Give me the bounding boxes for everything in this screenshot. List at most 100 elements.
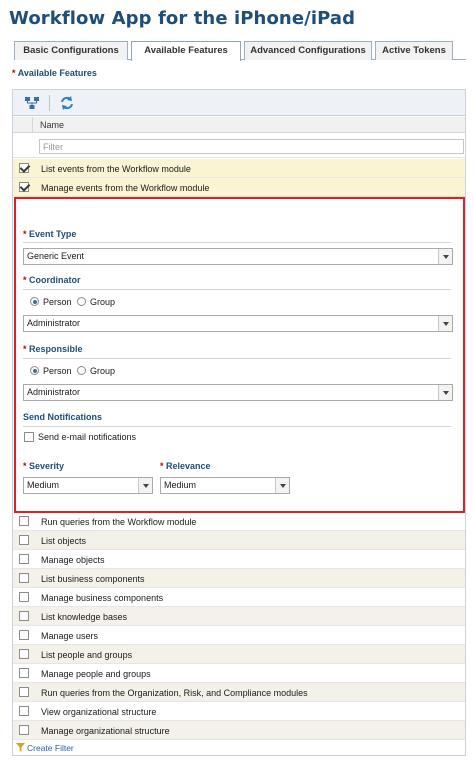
responsible-label: * Responsible: [23, 344, 83, 354]
feature-row[interactable]: View organizational structure: [13, 702, 465, 721]
feature-row[interactable]: Manage objects: [13, 550, 465, 569]
email-notifications-checkbox[interactable]: [24, 432, 34, 442]
hierarchy-icon[interactable]: [24, 95, 40, 111]
feature-checkbox[interactable]: [19, 573, 29, 583]
feature-checkbox[interactable]: [19, 706, 29, 716]
feature-row[interactable]: Manage events from the Workflow module: [13, 178, 465, 197]
responsible-radio-group: Person Group: [30, 365, 150, 377]
feature-checkbox[interactable]: [19, 649, 29, 659]
required-mark: *: [23, 461, 27, 471]
severity-label: * Severity: [23, 461, 64, 471]
relevance-select[interactable]: Medium: [160, 477, 290, 494]
responsible-value: Administrator: [27, 387, 81, 397]
feature-row[interactable]: Manage organizational structure: [13, 721, 465, 740]
email-notifications-label: Send e-mail notifications: [38, 432, 137, 442]
feature-label: List people and groups: [41, 650, 133, 660]
tab-basic-configurations[interactable]: Basic Configurations: [14, 41, 128, 60]
coordinator-select[interactable]: Administrator: [23, 315, 453, 332]
feature-row[interactable]: Run queries from the Workflow module: [13, 512, 465, 531]
feature-checkbox[interactable]: [19, 687, 29, 697]
feature-label: Run queries from the Workflow module: [41, 517, 197, 527]
feature-checkbox[interactable]: [19, 163, 29, 173]
event-type-label: * Event Type: [23, 229, 76, 239]
send-notifications-label: Send Notifications: [23, 412, 103, 422]
required-mark: *: [23, 275, 27, 285]
tab-active-tokens[interactable]: Active Tokens: [375, 41, 453, 60]
feature-checkbox[interactable]: [19, 611, 29, 621]
create-filter-label: Create Filter: [27, 743, 74, 753]
severity-value: Medium: [27, 480, 60, 490]
filter-input[interactable]: [39, 139, 464, 154]
feature-label: Manage organizational structure: [41, 726, 170, 736]
coordinator-group-label: Group: [90, 297, 116, 307]
create-filter-link[interactable]: Create Filter: [16, 743, 74, 754]
coordinator-group-radio[interactable]: [77, 297, 86, 306]
chevron-down-icon[interactable]: [138, 478, 152, 493]
feature-row[interactable]: List events from the Workflow module: [13, 159, 465, 178]
feature-row[interactable]: List objects: [13, 531, 465, 550]
tab-available-features[interactable]: Available Features: [131, 41, 241, 61]
divider: [23, 358, 451, 359]
feature-row[interactable]: Manage people and groups: [13, 664, 465, 683]
responsible-person-radio[interactable]: [30, 366, 39, 375]
feature-checkbox[interactable]: [19, 592, 29, 602]
relevance-label: * Relevance: [160, 461, 211, 471]
feature-label: Manage people and groups: [41, 669, 151, 679]
feature-label: Manage objects: [41, 555, 105, 565]
feature-row[interactable]: List knowledge bases: [13, 607, 465, 626]
responsible-group-radio[interactable]: [77, 366, 86, 375]
coordinator-value: Administrator: [27, 318, 81, 328]
required-mark: *: [23, 229, 27, 239]
tab-advanced-configurations[interactable]: Advanced Configurations: [244, 41, 372, 60]
feature-row[interactable]: Manage business components: [13, 588, 465, 607]
required-mark: *: [160, 461, 164, 471]
relevance-value: Medium: [164, 480, 197, 490]
feature-checkbox[interactable]: [19, 668, 29, 678]
chevron-down-icon[interactable]: [438, 385, 452, 400]
responsible-person-label: Person: [43, 366, 72, 376]
check-column-header: [13, 117, 33, 133]
feature-checkbox[interactable]: [19, 630, 29, 640]
feature-row[interactable]: List people and groups: [13, 645, 465, 664]
relevance-label-text: Relevance: [166, 461, 211, 471]
severity-select[interactable]: Medium: [23, 477, 153, 494]
divider: [23, 289, 451, 290]
filter-row: [13, 134, 465, 158]
features-grid: Name List events from the Workflow modul…: [12, 89, 466, 756]
responsible-select[interactable]: Administrator: [23, 384, 453, 401]
divider: [23, 426, 451, 427]
feature-label: List knowledge bases: [41, 612, 128, 622]
severity-label-text: Severity: [29, 461, 65, 471]
feature-checkbox[interactable]: [19, 554, 29, 564]
feature-checkbox[interactable]: [19, 516, 29, 526]
feature-checkbox[interactable]: [19, 535, 29, 545]
feature-checkbox[interactable]: [19, 725, 29, 735]
coordinator-person-radio[interactable]: [30, 297, 39, 306]
feature-label: Manage events from the Workflow module: [41, 183, 210, 193]
event-type-select[interactable]: Generic Event: [23, 248, 453, 265]
required-mark: *: [12, 68, 16, 78]
feature-label: List business components: [41, 574, 145, 584]
feature-row[interactable]: List business components: [13, 569, 465, 588]
coordinator-radio-group: Person Group: [30, 296, 150, 308]
feature-checkbox[interactable]: [19, 182, 29, 192]
chevron-down-icon[interactable]: [275, 478, 289, 493]
coordinator-label: * Coordinator: [23, 275, 81, 285]
feature-row[interactable]: Manage users: [13, 626, 465, 645]
divider: [23, 242, 451, 243]
refresh-icon[interactable]: [59, 95, 75, 111]
feature-row[interactable]: Run queries from the Organization, Risk,…: [13, 683, 465, 702]
feature-label: List events from the Workflow module: [41, 164, 191, 174]
responsible-group-label: Group: [90, 366, 116, 376]
feature-label: List objects: [41, 536, 87, 546]
responsible-label-text: Responsible: [29, 344, 83, 354]
required-mark: *: [23, 344, 27, 354]
feature-label: View organizational structure: [41, 707, 157, 717]
chevron-down-icon[interactable]: [438, 249, 452, 264]
column-header-name[interactable]: Name: [40, 120, 64, 130]
feature-label: Run queries from the Organization, Risk,…: [41, 688, 308, 698]
coordinator-label-text: Coordinator: [29, 275, 81, 285]
tab-bar: Basic Configurations Available Features …: [14, 41, 466, 61]
feature-label: Manage users: [41, 631, 99, 641]
chevron-down-icon[interactable]: [438, 316, 452, 331]
